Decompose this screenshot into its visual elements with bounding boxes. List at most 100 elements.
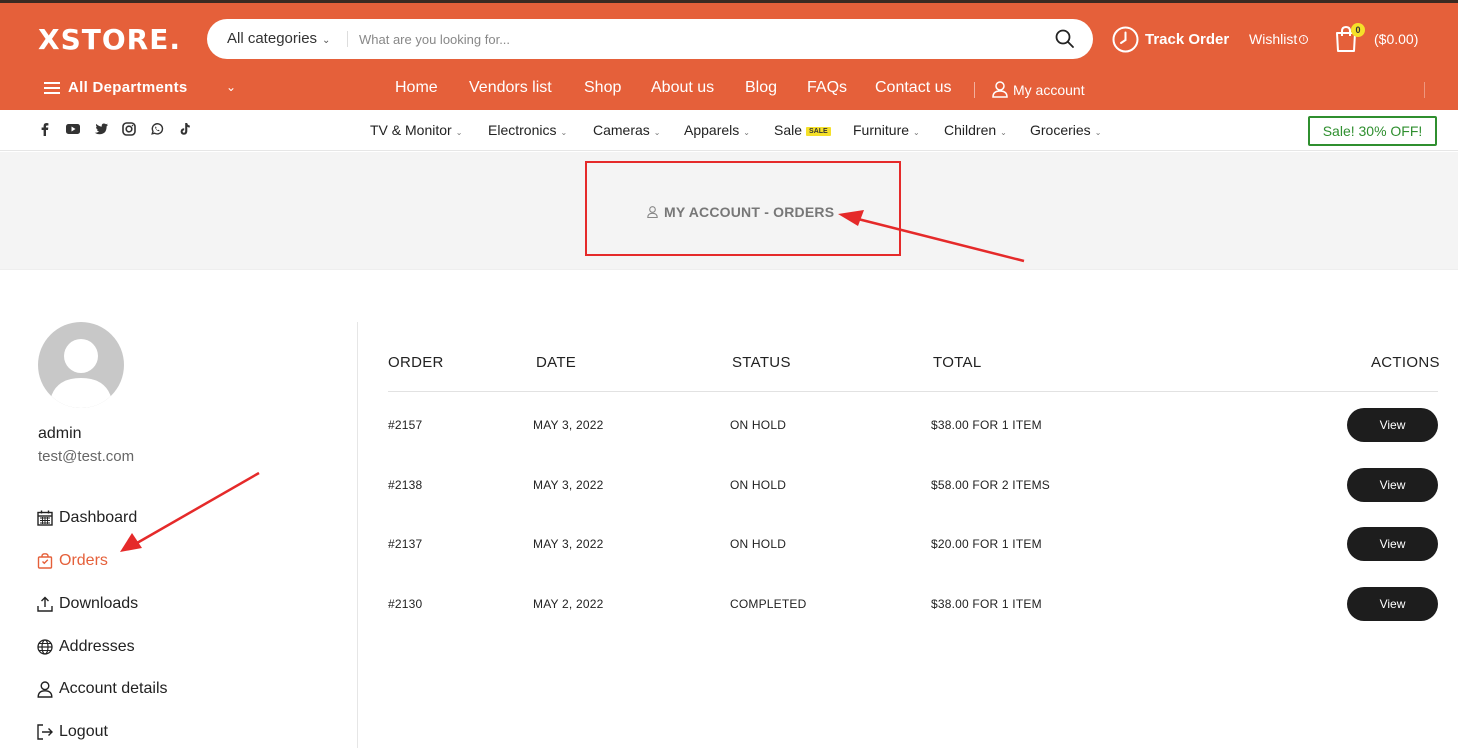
category-bar: TV & Monitor ⌄ Electronics ⌄ Cameras ⌄ Appa…	[0, 110, 1458, 151]
category-label: Electronics	[488, 122, 557, 138]
account-nav-logout[interactable]: Logout	[37, 723, 108, 741]
chevron-down-icon: ⌄	[455, 128, 463, 137]
sale-badge: SALE	[806, 126, 831, 136]
account-nav-label: Downloads	[59, 595, 139, 612]
account-email: test@test.com	[38, 448, 135, 465]
sidebar-divider	[357, 322, 358, 748]
view-order-button[interactable]: View	[1347, 468, 1438, 502]
view-order-button[interactable]: View	[1347, 587, 1438, 621]
account-nav-downloads[interactable]: Downloads	[37, 595, 138, 613]
tiktok-icon[interactable]	[178, 122, 192, 136]
view-order-button[interactable]: View	[1347, 408, 1438, 442]
annotation-highlight-box	[585, 161, 901, 256]
instagram-icon[interactable]	[122, 122, 136, 136]
chevron-down-icon: ⌄	[560, 128, 568, 137]
chevron-down-icon: ⌄	[1094, 128, 1102, 137]
order-number[interactable]: #2138	[388, 478, 422, 492]
nav-faqs[interactable]: FAQs	[807, 79, 847, 97]
order-number[interactable]: #2157	[388, 418, 422, 432]
column-header-order: ORDER	[388, 354, 444, 371]
chevron-down-icon: ⌄	[653, 128, 661, 137]
category-label: Children	[944, 122, 997, 138]
column-header-actions: ACTIONS	[1371, 354, 1440, 371]
account-nav-orders[interactable]: Orders	[37, 552, 108, 570]
category-select-label: All categories	[227, 30, 318, 47]
social-links	[38, 122, 192, 136]
site-logo[interactable]: XSTORE.	[38, 23, 181, 56]
chevron-down-icon: ⌄	[1000, 128, 1007, 137]
order-status: COMPLETED	[730, 597, 807, 611]
site-header: XSTORE. All categories ⌄ Track Order Wish…	[0, 3, 1458, 110]
nav-contact-us[interactable]: Contact us	[875, 79, 951, 97]
order-status: ON HOLD	[730, 478, 787, 492]
category-select[interactable]: All categories ⌄	[227, 30, 330, 47]
user-icon	[992, 81, 1008, 98]
shopping-bag-icon	[37, 553, 53, 569]
table-header-divider	[388, 391, 1438, 392]
order-date: MAY 3, 2022	[533, 478, 604, 492]
account-nav-account-details[interactable]: Account details	[37, 680, 168, 698]
hamburger-icon	[44, 81, 60, 94]
chevron-down-icon: ⌄	[913, 128, 920, 137]
chevron-down-icon[interactable]: ⌄	[226, 80, 236, 94]
account-nav-addresses[interactable]: Addresses	[37, 638, 135, 656]
category-groceries[interactable]: Groceries ⌄	[1030, 122, 1101, 138]
order-date: MAY 2, 2022	[533, 597, 604, 611]
user-icon	[37, 680, 53, 698]
account-nav-label: Addresses	[59, 638, 135, 655]
category-cameras[interactable]: Cameras ⌄	[593, 122, 661, 138]
category-apparels[interactable]: Apparels ⌄	[684, 122, 750, 138]
account-nav-dashboard[interactable]: Dashboard	[37, 509, 137, 527]
track-order-link[interactable]: Track Order	[1112, 24, 1229, 54]
order-total: $38.00 FOR 1 ITEM	[931, 418, 1042, 432]
column-header-total: TOTAL	[933, 354, 982, 371]
info-icon: i	[1299, 34, 1309, 44]
nav-separator	[1424, 82, 1425, 98]
order-status: ON HOLD	[730, 418, 787, 432]
search-icon[interactable]	[1055, 29, 1075, 49]
all-departments-menu[interactable]: All Departments	[44, 79, 188, 96]
category-sale[interactable]: Sale SALE	[774, 122, 831, 138]
nav-about-us[interactable]: About us	[651, 79, 714, 97]
category-electronics[interactable]: Electronics ⌄	[488, 122, 567, 138]
category-children[interactable]: Children ⌄	[944, 122, 1007, 138]
category-label: Furniture	[853, 122, 910, 138]
search-bar: All categories ⌄	[207, 19, 1093, 59]
category-label: Apparels	[684, 122, 740, 138]
view-order-button[interactable]: View	[1347, 527, 1438, 561]
category-label: TV & Monitor	[370, 122, 452, 138]
whatsapp-icon[interactable]	[150, 122, 164, 136]
track-order-label: Track Order	[1145, 30, 1230, 48]
nav-vendors-list[interactable]: Vendors list	[469, 79, 552, 97]
wishlist-link[interactable]: Wishlist i	[1249, 31, 1309, 47]
annotation-arrow	[120, 471, 260, 552]
order-number[interactable]: #2137	[388, 537, 422, 551]
category-tv-monitor[interactable]: TV & Monitor ⌄	[370, 122, 462, 138]
clock-icon	[1112, 26, 1139, 52]
all-departments-label: All Departments	[68, 79, 188, 96]
promo-button[interactable]: Sale! 30% OFF!	[1308, 116, 1437, 146]
search-input[interactable]	[359, 27, 1019, 51]
twitter-icon[interactable]	[94, 122, 108, 136]
my-account-link[interactable]: My account	[992, 81, 1085, 98]
order-date: MAY 3, 2022	[533, 418, 604, 432]
nav-blog[interactable]: Blog	[745, 79, 777, 97]
cart-link[interactable]: 0 ($0.00)	[1334, 23, 1418, 53]
chevron-down-icon: ⌄	[743, 128, 750, 137]
category-label: Cameras	[593, 122, 650, 138]
order-number[interactable]: #2130	[388, 597, 422, 611]
account-username: admin	[38, 425, 82, 442]
account-nav-label: Account details	[59, 680, 168, 697]
category-furniture[interactable]: Furniture ⌄	[853, 122, 920, 138]
nav-shop[interactable]: Shop	[584, 79, 621, 97]
calendar-icon	[37, 510, 53, 526]
order-total: $20.00 FOR 1 ITEM	[931, 537, 1042, 551]
youtube-icon[interactable]	[66, 122, 80, 136]
order-status: ON HOLD	[730, 537, 787, 551]
column-header-date: DATE	[536, 354, 577, 371]
facebook-icon[interactable]	[38, 122, 52, 136]
order-total: $38.00 FOR 1 ITEM	[931, 597, 1042, 611]
logout-icon	[37, 724, 53, 740]
nav-separator	[974, 82, 975, 98]
nav-home[interactable]: Home	[395, 79, 438, 97]
